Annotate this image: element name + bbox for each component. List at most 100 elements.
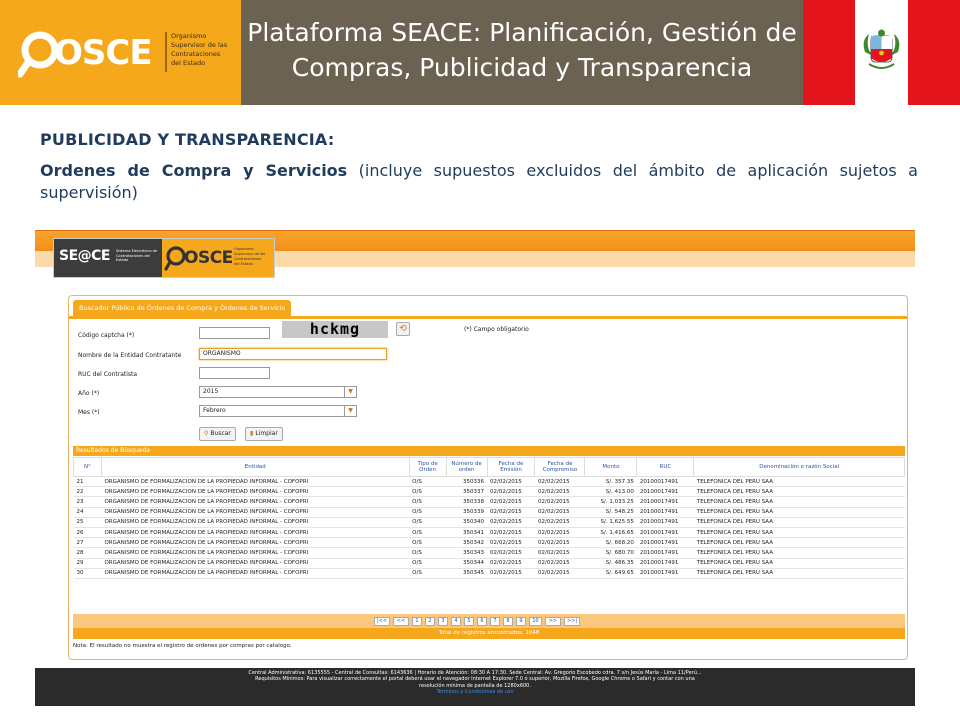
column-header[interactable]: N°: [73, 457, 102, 477]
table-cell: ORGANISMO DE FORMALIZACION DE LA PROPIED…: [101, 496, 410, 508]
table-row[interactable]: 27 ORGANISMO DE FORMALIZACION DE LA PROPI…: [73, 537, 905, 549]
table-cell: 350343: [446, 547, 488, 559]
search-icon: ⚲: [204, 430, 209, 437]
table-row[interactable]: 21 ORGANISMO DE FORMALIZACION DE LA PROPI…: [73, 476, 905, 488]
table-cell: 02/02/2015: [534, 558, 585, 569]
table-cell: 02/02/2015: [534, 476, 585, 488]
table-cell: S/. 357.35: [584, 476, 637, 488]
app-logo[interactable]: SE@CE Sistema Electrónico de Contratacio…: [53, 238, 275, 278]
table-cell: O/S: [409, 537, 447, 549]
table-cell: 350345: [446, 568, 488, 579]
osce-logo-icon: OSCE Organismo Supervisor de las Contrat…: [18, 31, 228, 78]
svg-text:OSCE: OSCE: [184, 248, 233, 268]
table-cell: S/. 486.35: [584, 558, 637, 569]
table-cell: 02/02/2015: [487, 507, 535, 518]
results-note: Nota: El resultado no muestra el registr…: [73, 643, 292, 649]
table-cell: 02/02/2015: [534, 507, 585, 518]
refresh-captcha-icon[interactable]: ⟲: [396, 322, 410, 336]
table-row[interactable]: 29 ORGANISMO DE FORMALIZACION DE LA PROPI…: [73, 558, 905, 569]
table-cell: ORGANISMO DE FORMALIZACION DE LA PROPIED…: [101, 517, 410, 528]
table-cell: 350339: [446, 507, 488, 518]
chevron-down-icon: ▼: [344, 406, 356, 416]
pager-prev-button[interactable]: <<: [393, 617, 409, 626]
table-cell: ORGANISMO DE FORMALIZACION DE LA PROPIED…: [101, 547, 410, 559]
pager-page-button[interactable]: 8: [503, 617, 513, 626]
pager-next-button[interactable]: >>: [545, 617, 561, 626]
table-cell: 350342: [446, 537, 488, 549]
pager-page-button[interactable]: 9: [516, 617, 526, 626]
table-cell: TELEFONICA DEL PERU SAA: [693, 507, 905, 518]
table-cell: 20100017491: [636, 486, 694, 498]
column-header[interactable]: Entidad: [100, 457, 410, 477]
pager-page-button[interactable]: 10: [529, 617, 542, 626]
buscar-label: Buscar: [210, 430, 231, 437]
table-cell: O/S: [409, 568, 447, 579]
osce-small-logo-block: OSCE Organismo Supervisor de las Contrat…: [162, 239, 274, 277]
table-cell: O/S: [409, 517, 447, 528]
svg-text:Organismo: Organismo: [171, 32, 206, 40]
table-cell: S/. 1,625.55: [584, 517, 637, 528]
osce-logo-block: OSCE Organismo Supervisor de las Contrat…: [0, 0, 241, 105]
table-cell: O/S: [409, 496, 447, 508]
column-header[interactable]: RUC: [636, 457, 695, 477]
pager-page-button[interactable]: 5: [464, 617, 474, 626]
pager-page-button[interactable]: 1: [412, 617, 422, 626]
table-row[interactable]: 22 ORGANISMO DE FORMALIZACION DE LA PROPI…: [73, 486, 905, 498]
table-row[interactable]: 25 ORGANISMO DE FORMALIZACION DE LA PROPI…: [73, 517, 905, 528]
anio-select[interactable]: 2015 ▼: [199, 386, 357, 398]
table-row[interactable]: 28 ORGANISMO DE FORMALIZACION DE LA PROPI…: [73, 547, 905, 559]
table-cell: 30: [73, 568, 102, 579]
svg-text:Organismo: Organismo: [234, 247, 254, 251]
table-cell: TELEFONICA DEL PERU SAA: [693, 537, 905, 549]
column-header[interactable]: Número de orden: [445, 457, 488, 477]
mes-label: Mes (*): [78, 409, 100, 416]
table-row[interactable]: 26 ORGANISMO DE FORMALIZACION DE LA PROPI…: [73, 527, 905, 539]
table-cell: S/. 680.70: [584, 547, 637, 559]
column-header[interactable]: Monto: [584, 457, 638, 477]
table-cell: O/S: [409, 476, 447, 488]
captcha-input[interactable]: [199, 327, 270, 339]
chevron-down-icon: ▼: [344, 387, 356, 397]
buscar-button[interactable]: ⚲ Buscar: [199, 427, 236, 441]
pager-page-button[interactable]: 6: [477, 617, 487, 626]
osce-logo-text: OSCE: [54, 33, 152, 73]
pager-page-button[interactable]: 2: [425, 617, 435, 626]
table-cell: 02/02/2015: [487, 558, 535, 569]
column-header[interactable]: Fecha de Compromiso: [534, 457, 586, 477]
column-header[interactable]: Denominación o razón Social: [693, 457, 905, 477]
table-cell: 350337: [446, 486, 488, 498]
pager-page-button[interactable]: 3: [438, 617, 448, 626]
eraser-icon: ▮: [250, 430, 254, 437]
mes-select-value: Febrero: [203, 407, 226, 414]
column-header[interactable]: Fecha de Emisión: [486, 457, 536, 477]
app-footer: Central Administrativa: 6135555 - Centra…: [35, 668, 915, 706]
table-cell: TELEFONICA DEL PERU SAA: [693, 568, 905, 579]
table-cell: 20100017491: [636, 496, 694, 508]
terms-link[interactable]: Términos y Condiciones de uso: [35, 689, 915, 695]
tab-buscador[interactable]: Buscador Público de Órdenes de Compra y …: [73, 300, 292, 316]
table-cell: S/. 649.65: [584, 568, 637, 579]
seace-logo-block: SE@CE Sistema Electrónico de Contratacio…: [54, 239, 162, 277]
table-row[interactable]: 24 ORGANISMO DE FORMALIZACION DE LA PROPI…: [73, 507, 905, 518]
entidad-input[interactable]: ORGANISMO: [199, 348, 387, 360]
limpiar-button[interactable]: ▮ Limpiar: [245, 427, 283, 441]
table-row[interactable]: 23 ORGANISMO DE FORMALIZACION DE LA PROPI…: [73, 496, 905, 508]
column-header[interactable]: Tipo de Orden: [408, 457, 447, 477]
table-cell: 02/02/2015: [487, 527, 535, 539]
table-cell: ORGANISMO DE FORMALIZACION DE LA PROPIED…: [101, 507, 410, 518]
pager-first-button[interactable]: |<<: [374, 617, 390, 626]
pager-page-button[interactable]: 4: [451, 617, 461, 626]
table-row[interactable]: 30 ORGANISMO DE FORMALIZACION DE LA PROPI…: [73, 568, 905, 579]
svg-text:Supervisor de las: Supervisor de las: [234, 252, 265, 256]
table-cell: TELEFONICA DEL PERU SAA: [693, 517, 905, 528]
mes-select[interactable]: Febrero ▼: [199, 405, 357, 417]
table-cell: ORGANISMO DE FORMALIZACION DE LA PROPIED…: [101, 476, 410, 488]
pager-page-button[interactable]: 7: [490, 617, 500, 626]
svg-text:Contrataciones: Contrataciones: [234, 257, 261, 261]
table-cell: 02/02/2015: [534, 568, 585, 579]
ruc-input[interactable]: [199, 367, 270, 379]
table-cell: O/S: [409, 558, 447, 569]
pagination: |<< << 1 2 3 4 5 6 7 8 9 10 >> >>|: [73, 614, 905, 628]
pager-last-button[interactable]: >>|: [564, 617, 580, 626]
required-note: (*) Campo obligatorio: [464, 326, 529, 333]
